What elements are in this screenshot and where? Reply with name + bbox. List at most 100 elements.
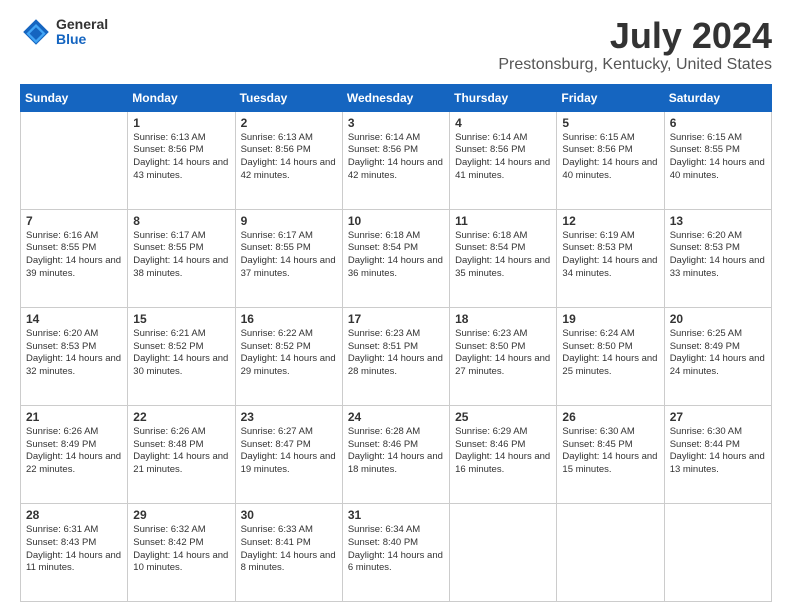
daylight-text: Daylight: 14 hours and 10 minutes. xyxy=(133,550,228,574)
cell-info: Sunrise: 6:32 AM Sunset: 8:42 PM Dayligh… xyxy=(133,524,229,575)
table-cell: 23 Sunrise: 6:27 AM Sunset: 8:47 PM Dayl… xyxy=(235,405,342,503)
table-cell: 15 Sunrise: 6:21 AM Sunset: 8:52 PM Dayl… xyxy=(128,307,235,405)
daylight-text: Daylight: 14 hours and 18 minutes. xyxy=(348,451,443,475)
day-number: 16 xyxy=(241,312,337,326)
sunset-text: Sunset: 8:51 PM xyxy=(348,341,418,352)
day-number: 2 xyxy=(241,116,337,130)
cell-info: Sunrise: 6:29 AM Sunset: 8:46 PM Dayligh… xyxy=(455,426,551,477)
calendar-table: Sunday Monday Tuesday Wednesday Thursday… xyxy=(20,84,772,602)
sunrise-text: Sunrise: 6:17 AM xyxy=(241,230,313,241)
sunset-text: Sunset: 8:48 PM xyxy=(133,439,203,450)
sunset-text: Sunset: 8:56 PM xyxy=(241,144,311,155)
daylight-text: Daylight: 14 hours and 42 minutes. xyxy=(348,157,443,181)
cell-info: Sunrise: 6:13 AM Sunset: 8:56 PM Dayligh… xyxy=(241,132,337,183)
col-friday: Friday xyxy=(557,84,664,111)
sunrise-text: Sunrise: 6:16 AM xyxy=(26,230,98,241)
table-cell: 16 Sunrise: 6:22 AM Sunset: 8:52 PM Dayl… xyxy=(235,307,342,405)
daylight-text: Daylight: 14 hours and 21 minutes. xyxy=(133,451,228,475)
cell-info: Sunrise: 6:23 AM Sunset: 8:50 PM Dayligh… xyxy=(455,328,551,379)
table-cell: 12 Sunrise: 6:19 AM Sunset: 8:53 PM Dayl… xyxy=(557,209,664,307)
main-title: July 2024 xyxy=(498,16,772,56)
daylight-text: Daylight: 14 hours and 42 minutes. xyxy=(241,157,336,181)
cell-info: Sunrise: 6:15 AM Sunset: 8:55 PM Dayligh… xyxy=(670,132,766,183)
day-number: 3 xyxy=(348,116,444,130)
day-number: 4 xyxy=(455,116,551,130)
cell-info: Sunrise: 6:14 AM Sunset: 8:56 PM Dayligh… xyxy=(348,132,444,183)
sunrise-text: Sunrise: 6:26 AM xyxy=(133,426,205,437)
daylight-text: Daylight: 14 hours and 39 minutes. xyxy=(26,255,121,279)
sunset-text: Sunset: 8:52 PM xyxy=(133,341,203,352)
sunset-text: Sunset: 8:55 PM xyxy=(133,242,203,253)
sunset-text: Sunset: 8:49 PM xyxy=(26,439,96,450)
table-cell: 22 Sunrise: 6:26 AM Sunset: 8:48 PM Dayl… xyxy=(128,405,235,503)
daylight-text: Daylight: 14 hours and 30 minutes. xyxy=(133,353,228,377)
table-cell: 13 Sunrise: 6:20 AM Sunset: 8:53 PM Dayl… xyxy=(664,209,771,307)
table-cell xyxy=(450,503,557,601)
day-number: 28 xyxy=(26,508,122,522)
sunrise-text: Sunrise: 6:22 AM xyxy=(241,328,313,339)
logo-blue: Blue xyxy=(56,32,108,47)
table-cell: 29 Sunrise: 6:32 AM Sunset: 8:42 PM Dayl… xyxy=(128,503,235,601)
sunrise-text: Sunrise: 6:31 AM xyxy=(26,524,98,535)
cell-info: Sunrise: 6:25 AM Sunset: 8:49 PM Dayligh… xyxy=(670,328,766,379)
sunrise-text: Sunrise: 6:14 AM xyxy=(348,132,420,143)
table-cell: 25 Sunrise: 6:29 AM Sunset: 8:46 PM Dayl… xyxy=(450,405,557,503)
cell-info: Sunrise: 6:27 AM Sunset: 8:47 PM Dayligh… xyxy=(241,426,337,477)
table-cell xyxy=(557,503,664,601)
day-number: 15 xyxy=(133,312,229,326)
col-wednesday: Wednesday xyxy=(342,84,449,111)
cell-info: Sunrise: 6:21 AM Sunset: 8:52 PM Dayligh… xyxy=(133,328,229,379)
daylight-text: Daylight: 14 hours and 6 minutes. xyxy=(348,550,443,574)
table-cell: 28 Sunrise: 6:31 AM Sunset: 8:43 PM Dayl… xyxy=(21,503,128,601)
table-cell: 8 Sunrise: 6:17 AM Sunset: 8:55 PM Dayli… xyxy=(128,209,235,307)
week-row-3: 21 Sunrise: 6:26 AM Sunset: 8:49 PM Dayl… xyxy=(21,405,772,503)
cell-info: Sunrise: 6:17 AM Sunset: 8:55 PM Dayligh… xyxy=(133,230,229,281)
cell-info: Sunrise: 6:18 AM Sunset: 8:54 PM Dayligh… xyxy=(348,230,444,281)
sunset-text: Sunset: 8:54 PM xyxy=(348,242,418,253)
sunset-text: Sunset: 8:40 PM xyxy=(348,537,418,548)
sunrise-text: Sunrise: 6:18 AM xyxy=(348,230,420,241)
table-cell: 6 Sunrise: 6:15 AM Sunset: 8:55 PM Dayli… xyxy=(664,111,771,209)
sunset-text: Sunset: 8:47 PM xyxy=(241,439,311,450)
sunrise-text: Sunrise: 6:28 AM xyxy=(348,426,420,437)
day-number: 8 xyxy=(133,214,229,228)
table-cell: 5 Sunrise: 6:15 AM Sunset: 8:56 PM Dayli… xyxy=(557,111,664,209)
cell-info: Sunrise: 6:14 AM Sunset: 8:56 PM Dayligh… xyxy=(455,132,551,183)
sunrise-text: Sunrise: 6:32 AM xyxy=(133,524,205,535)
col-thursday: Thursday xyxy=(450,84,557,111)
table-cell: 27 Sunrise: 6:30 AM Sunset: 8:44 PM Dayl… xyxy=(664,405,771,503)
day-number: 20 xyxy=(670,312,766,326)
header: General Blue July 2024 Prestonsburg, Ken… xyxy=(20,16,772,74)
sunrise-text: Sunrise: 6:14 AM xyxy=(455,132,527,143)
sunset-text: Sunset: 8:43 PM xyxy=(26,537,96,548)
sunset-text: Sunset: 8:56 PM xyxy=(348,144,418,155)
sunrise-text: Sunrise: 6:30 AM xyxy=(670,426,742,437)
cell-info: Sunrise: 6:19 AM Sunset: 8:53 PM Dayligh… xyxy=(562,230,658,281)
sunset-text: Sunset: 8:46 PM xyxy=(455,439,525,450)
col-tuesday: Tuesday xyxy=(235,84,342,111)
sunrise-text: Sunrise: 6:15 AM xyxy=(562,132,634,143)
sunrise-text: Sunrise: 6:29 AM xyxy=(455,426,527,437)
daylight-text: Daylight: 14 hours and 37 minutes. xyxy=(241,255,336,279)
cell-info: Sunrise: 6:18 AM Sunset: 8:54 PM Dayligh… xyxy=(455,230,551,281)
sunset-text: Sunset: 8:56 PM xyxy=(455,144,525,155)
day-number: 17 xyxy=(348,312,444,326)
cell-info: Sunrise: 6:13 AM Sunset: 8:56 PM Dayligh… xyxy=(133,132,229,183)
table-cell: 9 Sunrise: 6:17 AM Sunset: 8:55 PM Dayli… xyxy=(235,209,342,307)
day-number: 6 xyxy=(670,116,766,130)
table-cell: 18 Sunrise: 6:23 AM Sunset: 8:50 PM Dayl… xyxy=(450,307,557,405)
sunrise-text: Sunrise: 6:20 AM xyxy=(670,230,742,241)
sunset-text: Sunset: 8:45 PM xyxy=(562,439,632,450)
daylight-text: Daylight: 14 hours and 25 minutes. xyxy=(562,353,657,377)
logo-text: General Blue xyxy=(56,17,108,48)
sunrise-text: Sunrise: 6:27 AM xyxy=(241,426,313,437)
sunrise-text: Sunrise: 6:30 AM xyxy=(562,426,634,437)
sunrise-text: Sunrise: 6:20 AM xyxy=(26,328,98,339)
day-number: 26 xyxy=(562,410,658,424)
logo: General Blue xyxy=(20,16,108,48)
sunrise-text: Sunrise: 6:23 AM xyxy=(455,328,527,339)
cell-info: Sunrise: 6:26 AM Sunset: 8:48 PM Dayligh… xyxy=(133,426,229,477)
sunset-text: Sunset: 8:54 PM xyxy=(455,242,525,253)
cell-info: Sunrise: 6:23 AM Sunset: 8:51 PM Dayligh… xyxy=(348,328,444,379)
cell-info: Sunrise: 6:20 AM Sunset: 8:53 PM Dayligh… xyxy=(670,230,766,281)
